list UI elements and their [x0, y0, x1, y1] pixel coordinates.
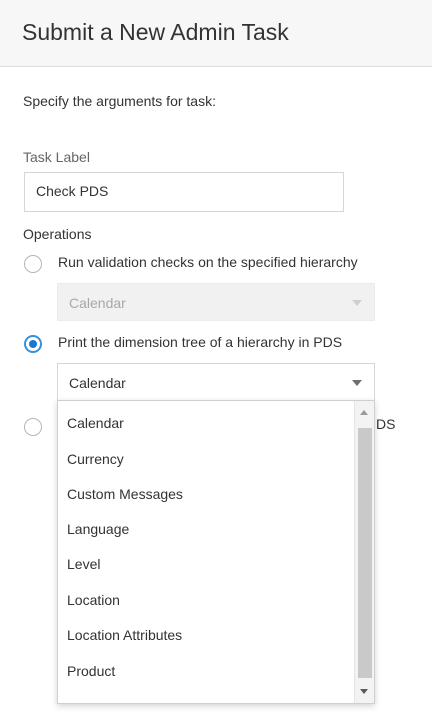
dialog-title: Submit a New Admin Task [22, 19, 289, 45]
scroll-up-arrow-icon[interactable] [360, 410, 368, 415]
hierarchy-dropdown-list[interactable]: Calendar Currency Custom Messages Langua… [57, 400, 375, 704]
dropdown-option[interactable]: Custom Messages [67, 486, 183, 502]
radio-operation-3[interactable] [24, 418, 42, 436]
scroll-down-arrow-icon[interactable] [360, 689, 368, 694]
dropdown-option[interactable]: Location Attributes [67, 627, 182, 643]
scrollbar-thumb[interactable] [358, 428, 372, 678]
dropdown-option[interactable]: Level [67, 556, 100, 572]
dropdown-option[interactable]: Calendar [67, 415, 124, 431]
operation-label-3-partial: DS [376, 416, 396, 432]
chevron-down-icon [352, 300, 362, 306]
radio-run-validation[interactable] [24, 255, 42, 273]
hierarchy-select-print[interactable]: Calendar [57, 363, 375, 401]
dropdown-option[interactable]: Location [67, 592, 120, 608]
hierarchy-select-print-value: Calendar [69, 375, 126, 391]
dialog-header: Submit a New Admin Task [0, 0, 432, 67]
dropdown-scrollbar[interactable] [354, 401, 374, 703]
chevron-down-icon [352, 380, 362, 386]
dropdown-option[interactable]: Currency [67, 451, 124, 467]
task-label-caption: Task Label [23, 149, 90, 165]
dropdown-option[interactable]: Product [67, 663, 115, 679]
operations-label: Operations [23, 226, 92, 242]
dropdown-option[interactable]: Language [67, 521, 129, 537]
hierarchy-select-validation: Calendar [57, 283, 375, 321]
hierarchy-select-validation-value: Calendar [69, 295, 126, 311]
radio-print-dimension-tree[interactable] [24, 335, 42, 353]
task-label-input[interactable]: Check PDS [24, 172, 344, 212]
operation-label-print-dimension-tree: Print the dimension tree of a hierarchy … [58, 334, 343, 350]
instructions-text: Specify the arguments for task: [23, 93, 216, 109]
operation-label-run-validation: Run validation checks on the specified h… [58, 254, 358, 270]
